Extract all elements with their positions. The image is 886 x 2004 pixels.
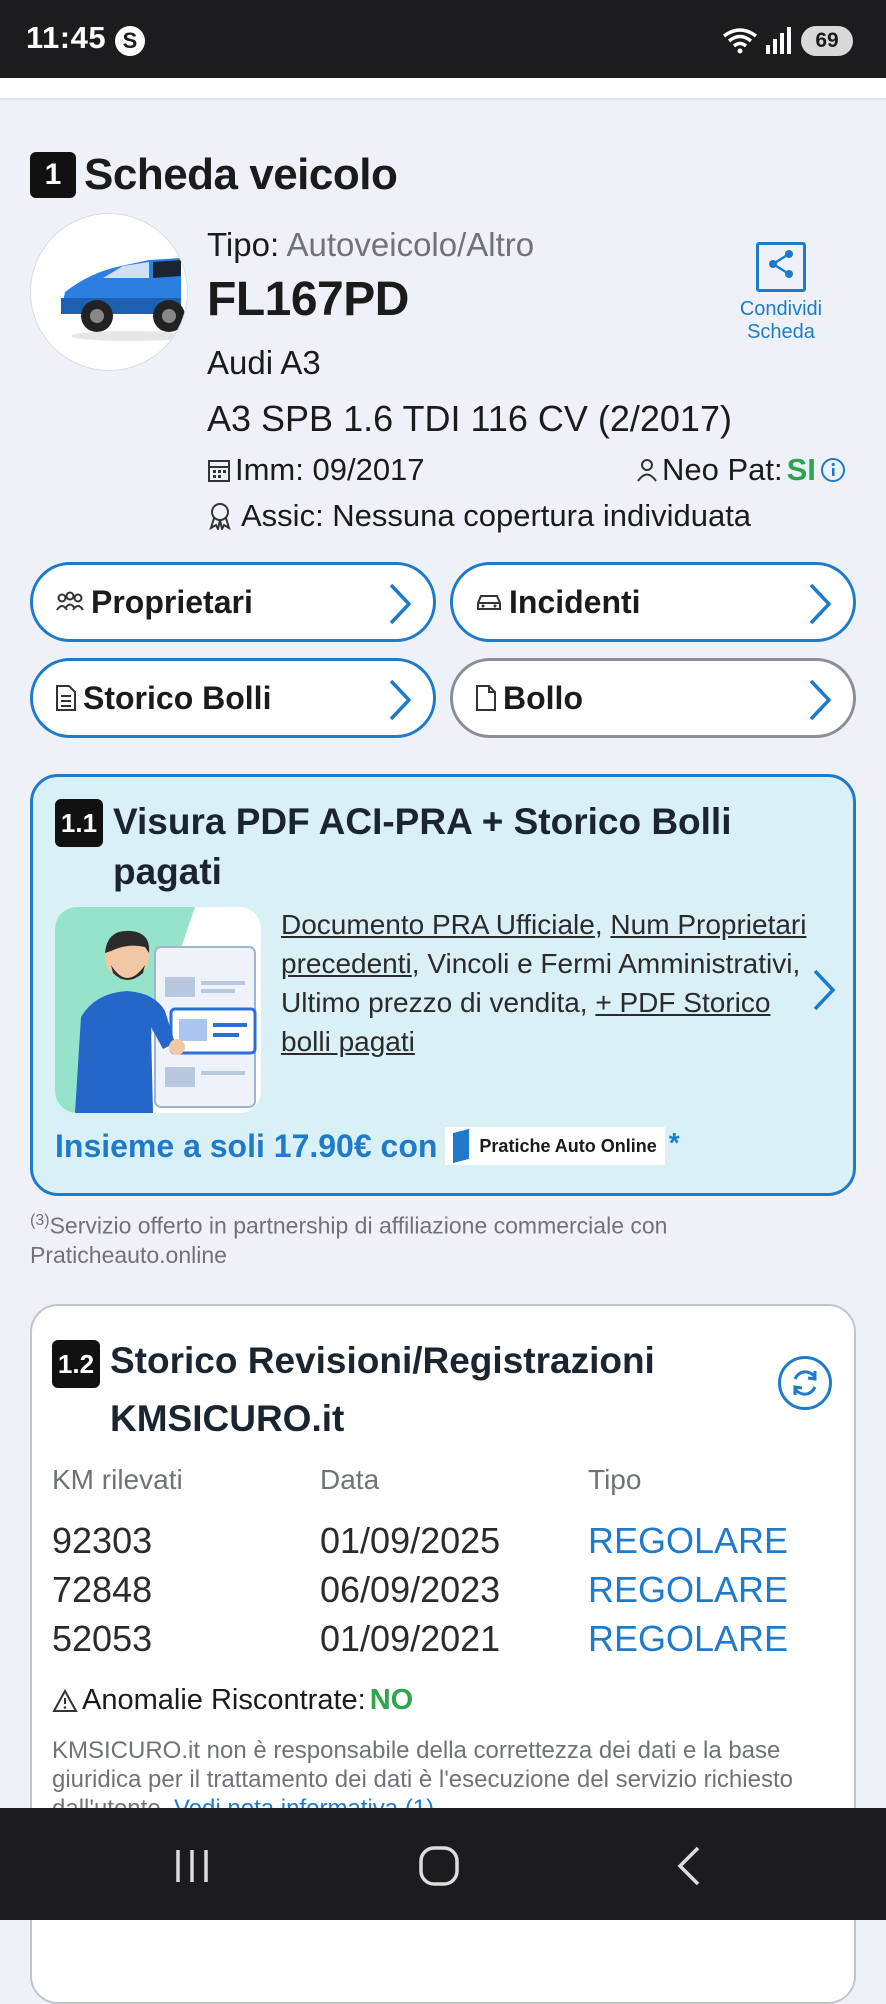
shazam-icon: S (115, 26, 145, 56)
refresh-button[interactable] (778, 1356, 832, 1410)
revisioni-title-line1: Storico Revisioni/Registrazioni (110, 1340, 655, 1381)
promo-price-text: Insieme a soli 17.90€ con (55, 1127, 438, 1164)
vehicle-image (30, 213, 188, 371)
link-documento-pra[interactable]: Documento PRA Ufficiale (281, 909, 595, 940)
car-icon (61, 258, 187, 341)
share-icon (756, 242, 806, 292)
vehicle-type: Tipo: Autoveicolo/Altro (207, 226, 534, 264)
home-icon[interactable] (417, 1844, 461, 1888)
column-header-data: Data (320, 1464, 380, 1495)
promo-description: Documento PRA Ufficiale, Num Proprietari… (281, 905, 811, 1061)
insurance-text: Assic: Nessuna copertura individuata (241, 498, 752, 533)
row-type: REGOLARE (588, 1520, 789, 1561)
signal-icon (766, 27, 791, 54)
license-plate: FL167PD (207, 273, 409, 326)
registration-date: Imm: 09/2017 (207, 452, 425, 488)
warning-icon (52, 1688, 78, 1712)
row-date: 01/09/2025 (320, 1520, 501, 1561)
row-km: 72848 (52, 1569, 153, 1610)
proprietari-label: Proprietari (91, 583, 253, 620)
anomalie-status: Anomalie Riscontrate: NO (52, 1684, 413, 1717)
chevron-right-icon (389, 679, 412, 721)
neo-pat-value: SI (786, 452, 816, 487)
column-header-km: KM rilevati (52, 1464, 183, 1495)
pratiche-auto-logo: Pratiche Auto Online (445, 1127, 665, 1165)
storico-bolli-button[interactable]: Storico Bolli (30, 658, 436, 738)
row-km: 92303 (52, 1520, 153, 1561)
promo-asterisk: * (668, 1127, 680, 1158)
vehicle-model: Audi A3 (207, 344, 321, 381)
status-time: 11:45 (26, 20, 107, 55)
storico-bolli-label: Storico Bolli (83, 679, 272, 716)
status-bar: 11:45 S 69 (0, 0, 886, 78)
row-date: 06/09/2023 (320, 1569, 501, 1610)
chevron-right-icon (813, 969, 836, 1011)
registration-date-text: Imm: 09/2017 (235, 452, 425, 487)
neo-patentato: Neo Pat: SI (636, 452, 846, 488)
note-text: Servizio offerto in partnership di affil… (30, 1212, 668, 1268)
revisioni-title: Storico Revisioni/Registrazioni KMSICURO… (110, 1332, 710, 1448)
info-icon[interactable] (820, 457, 846, 483)
incidenti-button[interactable]: Incidenti (450, 562, 856, 642)
section-number-badge: 1.2 (52, 1340, 100, 1388)
calendar-icon (208, 460, 230, 482)
revisioni-title-line2: KMSICURO.it (110, 1398, 345, 1439)
document-list-icon (56, 685, 76, 711)
anomalie-label: Anomalie Riscontrate: (82, 1684, 366, 1716)
page-title: Scheda veicolo (84, 150, 398, 199)
section-number-badge: 1 (30, 152, 76, 198)
promo-price: Insieme a soli 17.90€ con Pratiche Auto … (55, 1127, 680, 1165)
refresh-icon (793, 1370, 817, 1396)
document-icon (476, 685, 496, 711)
section-title-scheda: 1 Scheda veicolo (30, 150, 398, 200)
column-header-tipo: Tipo (588, 1464, 642, 1495)
section-number-badge: 1.1 (55, 799, 103, 847)
row-type: REGOLARE (588, 1569, 789, 1610)
visura-promo-card[interactable]: 1.1 Visura PDF ACI-PRA + Storico Bolli p… (30, 774, 856, 1196)
system-nav-bar (0, 1808, 886, 1920)
bollo-button[interactable]: Bollo (450, 658, 856, 738)
wifi-icon (722, 28, 758, 54)
vehicle-type-value: Autoveicolo/Altro (286, 226, 535, 263)
chevron-right-icon (389, 583, 412, 625)
promo-title: Visura PDF ACI-PRA + Storico Bolli pagat… (113, 801, 732, 892)
people-icon (56, 591, 84, 611)
pratiche-auto-icon (453, 1128, 470, 1164)
car-crash-icon (477, 595, 501, 610)
share-label: Condividi Scheda (739, 298, 823, 343)
share-button[interactable]: Condividi Scheda (706, 242, 856, 344)
insurance-status: Assic: Nessuna copertura individuata (207, 498, 751, 534)
promo-separator: , (594, 909, 611, 940)
promo-illustration (55, 907, 261, 1113)
incidenti-label: Incidenti (509, 583, 641, 620)
bollo-label: Bollo (503, 679, 583, 716)
vehicle-version: A3 SPB 1.6 TDI 116 CV (2/2017) (207, 398, 732, 439)
partnership-note: (3)Servizio offerto in partnership di af… (30, 1206, 790, 1270)
recent-apps-icon[interactable] (172, 1846, 212, 1886)
partner-name: Pratiche Auto Online (479, 1135, 657, 1156)
person-icon (637, 459, 657, 482)
proprietari-button[interactable]: Proprietari (30, 562, 436, 642)
battery-indicator: 69 (801, 26, 853, 56)
header-bar (0, 78, 886, 100)
row-date: 01/09/2021 (320, 1618, 501, 1659)
chevron-right-icon (809, 679, 832, 721)
ribbon-icon (209, 503, 231, 530)
row-km: 52053 (52, 1618, 153, 1659)
vehicle-type-label: Tipo: (207, 226, 280, 263)
back-icon[interactable] (670, 1844, 710, 1888)
chevron-right-icon (809, 583, 832, 625)
note-ref: (3) (30, 1212, 50, 1229)
row-type: REGOLARE (588, 1618, 789, 1659)
anomalie-value: NO (369, 1684, 414, 1716)
neo-pat-label: Neo Pat: (662, 452, 783, 487)
